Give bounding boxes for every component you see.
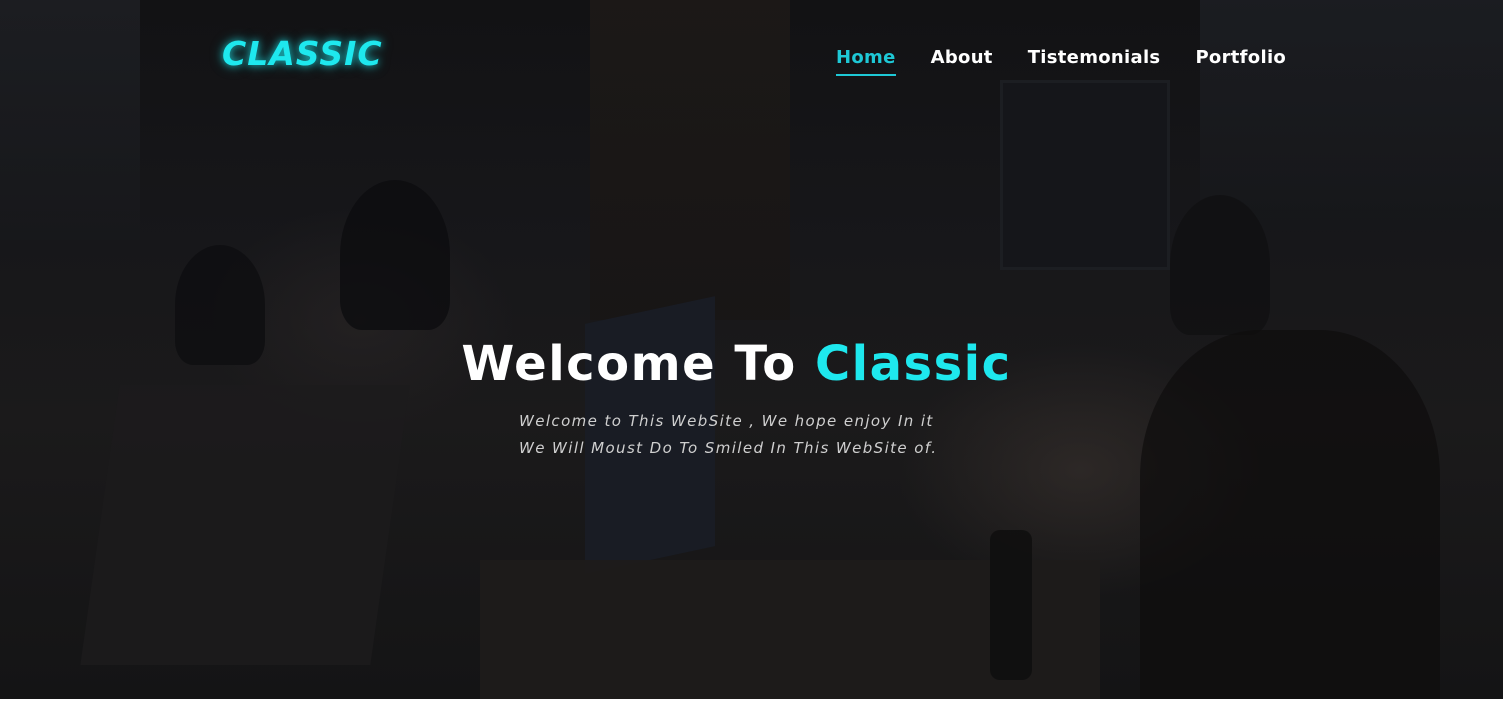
- nav-item-home[interactable]: Home: [836, 46, 896, 76]
- nav-links: Home About Tistemonials Portfolio: [836, 46, 1321, 86]
- site-logo[interactable]: CLASSIC: [222, 34, 383, 73]
- background-person: [1170, 195, 1270, 335]
- hero-headline: Welcome To Classic: [461, 336, 1011, 392]
- nav-item-portfolio[interactable]: Portfolio: [1195, 46, 1286, 74]
- hero-content: Welcome To Classic Welcome to This WebSi…: [0, 336, 1503, 457]
- background-monitor: [80, 385, 410, 665]
- hero-subtext-line: We Will Moust Do To Smiled In This WebSi…: [519, 439, 938, 457]
- navbar: CLASSIC Home About Tistemonials Portfoli…: [0, 0, 1503, 110]
- nav-item-testimonials[interactable]: Tistemonials: [1028, 46, 1161, 74]
- background-bottle: [990, 530, 1032, 680]
- nav-item-about[interactable]: About: [931, 46, 993, 74]
- hero-subtext: Welcome to This WebSite , We hope enjoy …: [519, 408, 937, 462]
- headline-accent: Classic: [814, 336, 1012, 392]
- hero-subtext-line: Welcome to This WebSite , We hope enjoy …: [519, 412, 934, 430]
- headline-prefix: Welcome To: [461, 336, 797, 392]
- hero-section: CLASSIC Home About Tistemonials Portfoli…: [0, 0, 1503, 699]
- background-person: [340, 180, 450, 330]
